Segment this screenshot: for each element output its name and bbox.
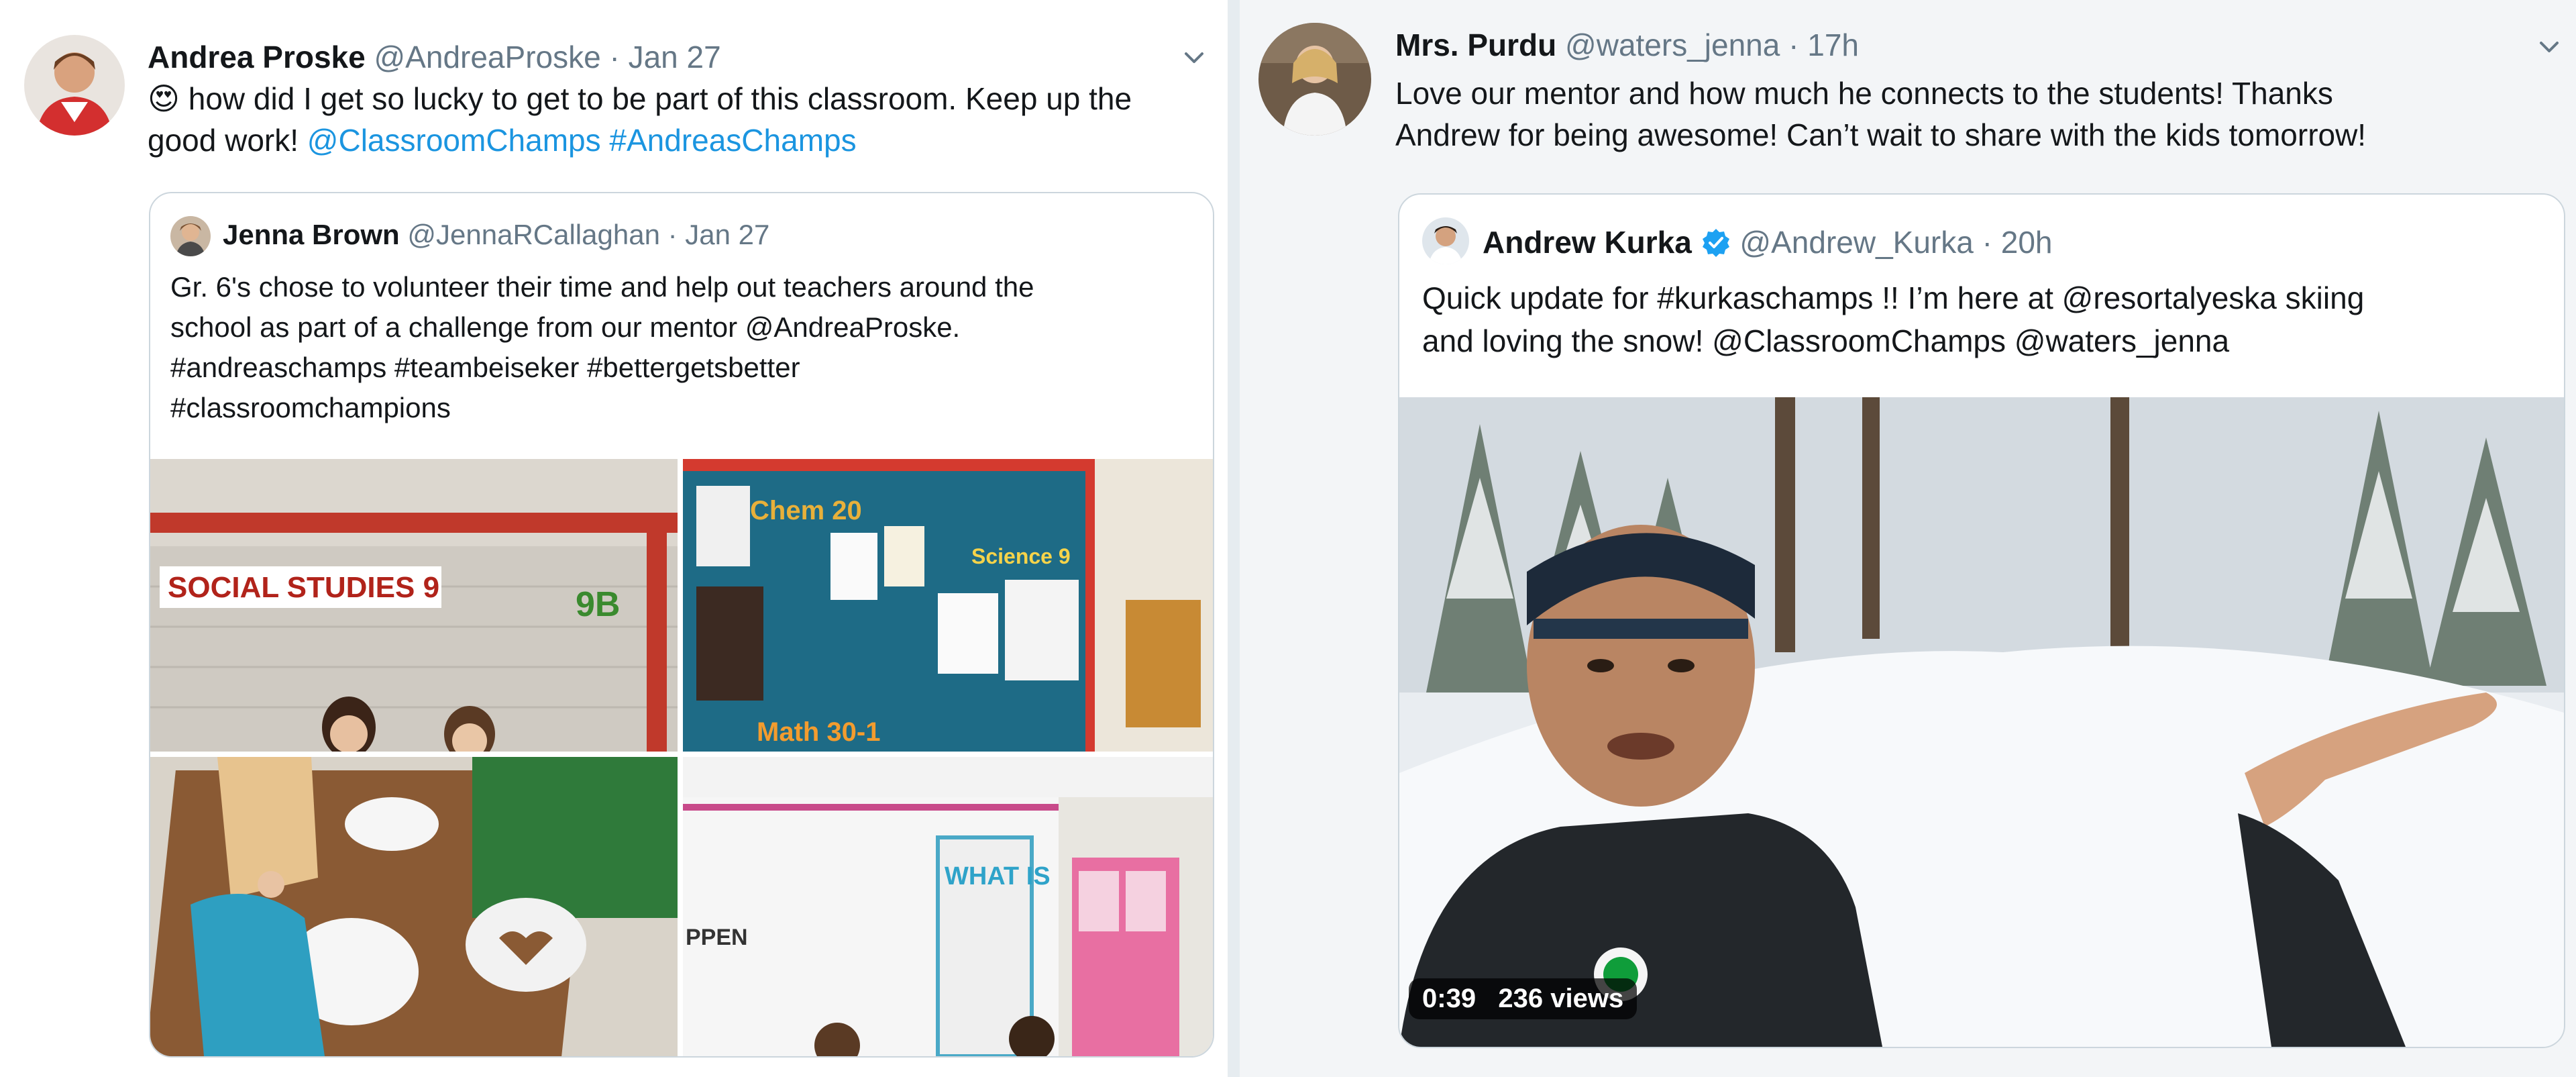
right-tweet-header: Mrs. Purdu @waters_jenna · 17h xyxy=(1395,27,1859,63)
photo-social-studies[interactable]: SOCIAL STUDIES 9 9B xyxy=(150,459,678,752)
author-handle[interactable]: @AndreaProske xyxy=(374,40,600,74)
author-name[interactable]: Andrea Proske xyxy=(148,40,366,74)
quoted-tweet-time: Jan 27 xyxy=(685,219,770,250)
video-views: 236 views xyxy=(1498,984,1624,1013)
right-tweet-text: Love our mentor and how much he connects… xyxy=(1395,72,2563,156)
quoted-text-line: school as part of a challenge from our m… xyxy=(170,311,961,343)
left-tweet-text: 😍 how did I get so lucky to get to be pa… xyxy=(148,78,1208,161)
quoted-tweet-time: 20h xyxy=(2000,225,2053,260)
tweet-time[interactable]: Jan 27 xyxy=(629,40,721,74)
quoted-tweet-card[interactable]: Jenna Brown @JennaRCallaghan · Jan 27 Gr… xyxy=(149,192,1214,1058)
tweet-text-line-1: how did I get so lucky to get to be part… xyxy=(188,81,1132,116)
left-tweet-header: Andrea Proske @AndreaProske · Jan 27 xyxy=(148,39,721,75)
author-name[interactable]: Mrs. Purdu xyxy=(1395,28,1556,62)
photo-student-crafts[interactable] xyxy=(150,757,678,1056)
andrew-avatar xyxy=(1422,217,1469,264)
chevron-down-icon[interactable] xyxy=(1181,44,1208,71)
jenna-avatar xyxy=(170,216,211,256)
tweet-text-line-2: good work! xyxy=(148,123,299,158)
chevron-down-icon[interactable] xyxy=(2536,34,2563,60)
quoted-tweet-text: Quick update for #kurkaschamps !! I’m he… xyxy=(1422,276,2542,362)
purdu-avatar[interactable] xyxy=(1258,23,1371,136)
tweet-time[interactable]: 17h xyxy=(1807,28,1859,62)
verified-badge-icon xyxy=(1702,229,1729,257)
quoted-text-line: Quick update for #kurkaschamps !! I’m he… xyxy=(1422,280,2365,315)
separator-dot: · xyxy=(667,219,678,250)
emoji: 😍 xyxy=(148,81,180,116)
quoted-tweet-card[interactable]: Andrew Kurka @Andrew_Kurka · 20h Quick u… xyxy=(1398,193,2565,1048)
social-studies-sign: SOCIAL STUDIES 9 xyxy=(168,571,439,604)
right-tweet: Mrs. Purdu @waters_jenna · 17h Love our … xyxy=(1240,0,2576,1077)
quoted-text-line: and loving the snow! @ClassroomChamps @w… xyxy=(1422,323,2230,358)
chem-sign: Chem 20 xyxy=(750,496,862,525)
hashtag-link[interactable]: #AndreasChamps xyxy=(609,123,856,158)
quoted-tweet-header: Andrew Kurka @Andrew_Kurka · 20h xyxy=(1483,224,2052,260)
math-sign: Math 30-1 xyxy=(757,717,881,747)
room-number: 9B xyxy=(576,585,620,624)
separator-dot: · xyxy=(1982,225,1992,260)
what-sign: WHAT IS xyxy=(945,862,1051,890)
photo-whiteboard[interactable]: WHAT IS PPEN xyxy=(683,757,1213,1056)
separator-dot: · xyxy=(1788,28,1799,62)
tweet-text-line-2: Andrew for being awesome! Can’t wait to … xyxy=(1395,117,2367,152)
video-duration-badge: 0:39 236 views xyxy=(1409,978,1638,1019)
quoted-text-line: #classroomchampions xyxy=(170,392,451,423)
video-duration: 0:39 xyxy=(1422,984,1477,1013)
author-handle[interactable]: @waters_jenna xyxy=(1565,28,1780,62)
photo-bulletin-board[interactable]: Chem 20 Science 9 Math 30-1 xyxy=(683,459,1213,752)
mention-link[interactable]: @ClassroomChamps xyxy=(307,123,601,158)
quoted-tweet-header: Jenna Brown @JennaRCallaghan · Jan 27 xyxy=(223,219,769,251)
separator-dot: · xyxy=(609,40,620,74)
andrea-avatar[interactable] xyxy=(24,35,125,136)
ppen-sign: PPEN xyxy=(686,925,748,950)
quoted-author-handle: @JennaRCallaghan xyxy=(407,219,660,250)
quoted-author-name: Jenna Brown xyxy=(223,219,400,250)
quoted-text-line: #andreaschamps #teambeiseker #bettergets… xyxy=(170,352,800,383)
tweet-text-line-1: Love our mentor and how much he connects… xyxy=(1395,76,2333,111)
quoted-text-line: Gr. 6's chose to volunteer their time an… xyxy=(170,271,1034,303)
quoted-tweet-text: Gr. 6's chose to volunteer their time an… xyxy=(170,267,1197,428)
pane-divider xyxy=(1228,0,1240,1077)
quoted-author-handle: @Andrew_Kurka xyxy=(1739,225,1974,260)
quoted-author-name: Andrew Kurka xyxy=(1483,225,1692,260)
science-sign: Science 9 xyxy=(971,544,1071,568)
video-player[interactable]: 0:39 236 views xyxy=(1399,397,2564,1047)
left-tweet: Andrea Proske @AndreaProske · Jan 27 😍 h… xyxy=(0,0,1228,1077)
